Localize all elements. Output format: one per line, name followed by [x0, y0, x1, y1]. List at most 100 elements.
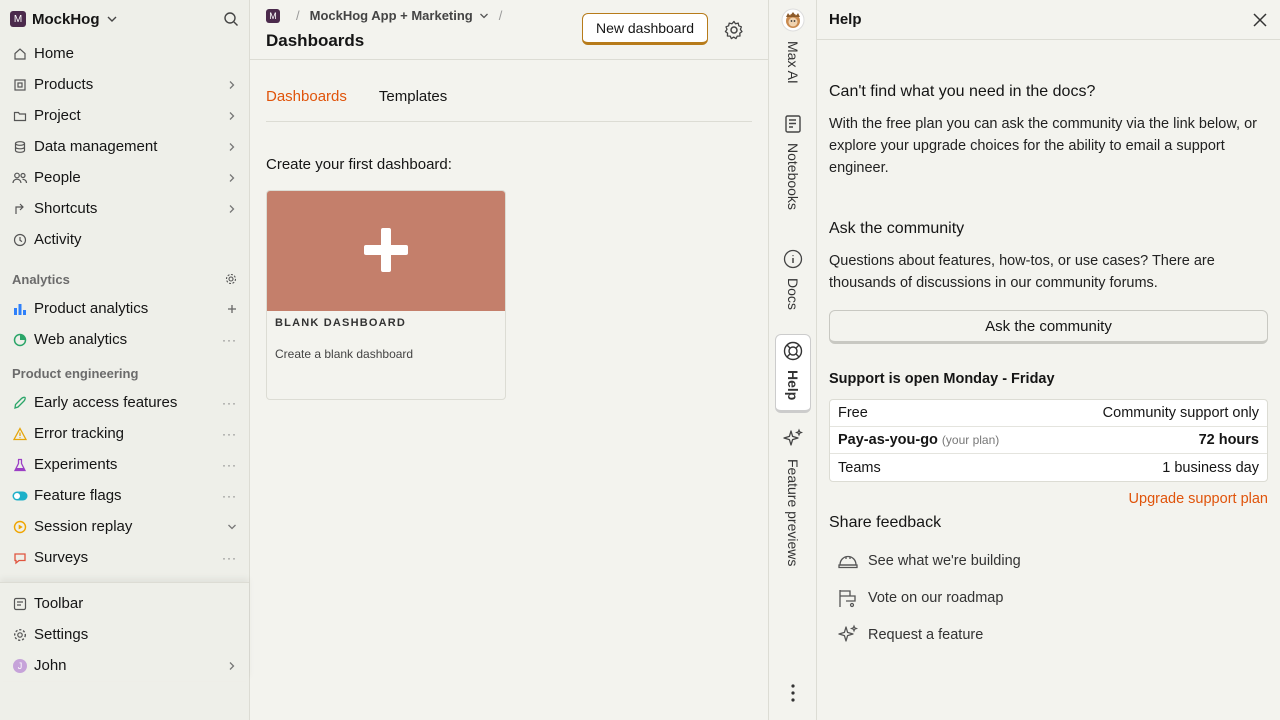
blank-dashboard-card[interactable]: BLANK DASHBOARD Create a blank dashboard	[266, 190, 506, 400]
sidebar-item-data-management[interactable]: Data management	[0, 131, 249, 162]
more-icon[interactable]: ···	[222, 489, 237, 503]
sidebar-item-error-tracking[interactable]: Error tracking ···	[0, 418, 249, 449]
main-content: M / MockHog App + Marketing / Dashboards…	[250, 0, 768, 720]
section-analytics: Analytics	[0, 265, 249, 293]
warning-icon	[12, 426, 28, 442]
notebook-icon	[783, 114, 803, 137]
sidebar-item-shortcuts[interactable]: Shortcuts	[0, 193, 249, 224]
hedgehog-avatar-icon	[781, 8, 805, 35]
docs-text: With the free plan you can ask the commu…	[829, 116, 1257, 176]
card-title: BLANK DASHBOARD	[275, 317, 407, 329]
request-feature-link[interactable]: Request a feature	[837, 624, 983, 646]
section-title: Analytics	[12, 271, 70, 287]
sidebar: M MockHog Home Products Project Data man…	[0, 0, 250, 720]
chevron-right-icon	[227, 204, 237, 214]
chevron-right-icon	[227, 80, 237, 90]
sidebar-item-label: Products	[34, 76, 94, 93]
support-plan: Pay-as-you-go	[838, 432, 938, 448]
more-vertical-icon[interactable]	[769, 684, 817, 702]
sidebar-item-activity[interactable]: Activity	[0, 224, 249, 255]
web-analytics-icon	[12, 332, 28, 348]
card-thumbnail	[267, 191, 505, 311]
chevron-right-icon	[227, 173, 237, 183]
ask-community-button[interactable]: Ask the community	[829, 310, 1268, 344]
community-heading: Ask the community	[829, 220, 965, 237]
tab-label: Docs	[785, 278, 801, 310]
sidebar-item-account[interactable]: J John	[0, 650, 249, 681]
sidebar-item-early-access[interactable]: Early access features ···	[0, 387, 249, 418]
current-plan-note: (your plan)	[941, 433, 1000, 447]
new-dashboard-button[interactable]: New dashboard	[582, 13, 708, 45]
tab-dashboards[interactable]: Dashboards	[266, 88, 347, 110]
chevron-down-icon[interactable]	[227, 522, 237, 532]
search-icon[interactable]	[223, 11, 239, 27]
gear-icon[interactable]	[225, 273, 237, 285]
tab-max-ai[interactable]: Max AI	[769, 8, 817, 84]
tab-templates[interactable]: Templates	[379, 88, 447, 110]
project-badge: M	[266, 8, 280, 23]
breadcrumb-project[interactable]: MockHog App + Marketing	[310, 8, 473, 23]
chevron-down-icon	[106, 13, 118, 25]
chevron-right-icon	[227, 142, 237, 152]
sidebar-item-home[interactable]: Home	[0, 38, 249, 69]
sidebar-item-label: Settings	[34, 626, 89, 643]
sidebar-item-experiments[interactable]: Experiments ···	[0, 449, 249, 480]
sidebar-item-label: Project	[34, 107, 81, 124]
sidebar-item-session-replay[interactable]: Session replay	[0, 511, 249, 542]
plus-icon[interactable]	[227, 304, 237, 314]
helmet-icon	[837, 550, 859, 572]
folder-icon	[12, 108, 28, 124]
support-row: Teams 1 business day	[830, 454, 1267, 481]
flask-icon	[12, 457, 28, 473]
see-what-we-are-building-link[interactable]: See what we're building	[837, 550, 1021, 572]
support-plan: Free	[838, 405, 868, 421]
sidebar-item-settings[interactable]: Settings	[0, 619, 249, 650]
sidebar-item-project[interactable]: Project	[0, 100, 249, 131]
sidebar-item-products[interactable]: Products	[0, 69, 249, 100]
tab-notebooks[interactable]: Notebooks	[769, 114, 817, 210]
more-icon[interactable]: ···	[222, 396, 237, 410]
tab-help[interactable]: Help	[775, 334, 811, 414]
feedback-label: Request a feature	[868, 627, 984, 643]
gear-icon[interactable]	[724, 20, 744, 40]
sidebar-item-surveys[interactable]: Surveys ···	[0, 542, 249, 573]
sidebar-item-label: Error tracking	[34, 425, 125, 442]
support-plan: Teams	[838, 459, 881, 476]
more-icon[interactable]: ···	[222, 427, 237, 441]
org-name: MockHog	[32, 10, 100, 28]
lifebuoy-icon	[783, 341, 803, 364]
info-icon	[783, 249, 803, 272]
community-text: Questions about features, how-tos, or us…	[829, 253, 1215, 291]
sidebar-item-label: Feature flags	[34, 487, 122, 504]
sidebar-item-web-analytics[interactable]: Web analytics ···	[0, 324, 249, 355]
sidebar-item-feature-flags[interactable]: Feature flags ···	[0, 480, 249, 511]
roadmap-icon	[837, 587, 859, 609]
org-switcher[interactable]: M MockHog	[0, 0, 249, 38]
page-header: M / MockHog App + Marketing / Dashboards…	[250, 0, 768, 60]
tab-label: Max AI	[785, 41, 801, 84]
feedback-label: See what we're building	[868, 553, 1021, 569]
more-icon[interactable]: ···	[222, 458, 237, 472]
tab-feature-previews[interactable]: Feature previews	[769, 428, 817, 566]
side-panel-tabs: Max AI Notebooks Docs Help Feature previ…	[768, 0, 817, 720]
vote-on-roadmap-link[interactable]: Vote on our roadmap	[837, 587, 1003, 609]
chevron-down-icon[interactable]	[479, 11, 489, 21]
chevron-right-icon	[227, 661, 237, 671]
tab-docs[interactable]: Docs	[769, 249, 817, 310]
sidebar-item-toolbar[interactable]: Toolbar	[0, 588, 249, 619]
sidebar-item-product-analytics[interactable]: Product analytics	[0, 293, 249, 324]
sidebar-item-label: Web analytics	[34, 331, 128, 348]
upgrade-support-link[interactable]: Upgrade support plan	[1129, 491, 1268, 507]
dashboard-tabs: Dashboards Templates	[266, 88, 752, 122]
tab-label: Feature previews	[785, 459, 801, 567]
products-icon	[12, 77, 28, 93]
avatar-letter: J	[13, 658, 27, 673]
shortcut-icon	[12, 201, 28, 217]
more-icon[interactable]: ···	[222, 333, 237, 347]
section-title: Product engineering	[12, 365, 139, 381]
close-icon[interactable]	[1252, 12, 1268, 28]
replay-icon	[12, 519, 28, 535]
sidebar-item-label: Surveys	[34, 549, 89, 566]
more-icon[interactable]: ···	[222, 551, 237, 565]
sidebar-item-people[interactable]: People	[0, 162, 249, 193]
